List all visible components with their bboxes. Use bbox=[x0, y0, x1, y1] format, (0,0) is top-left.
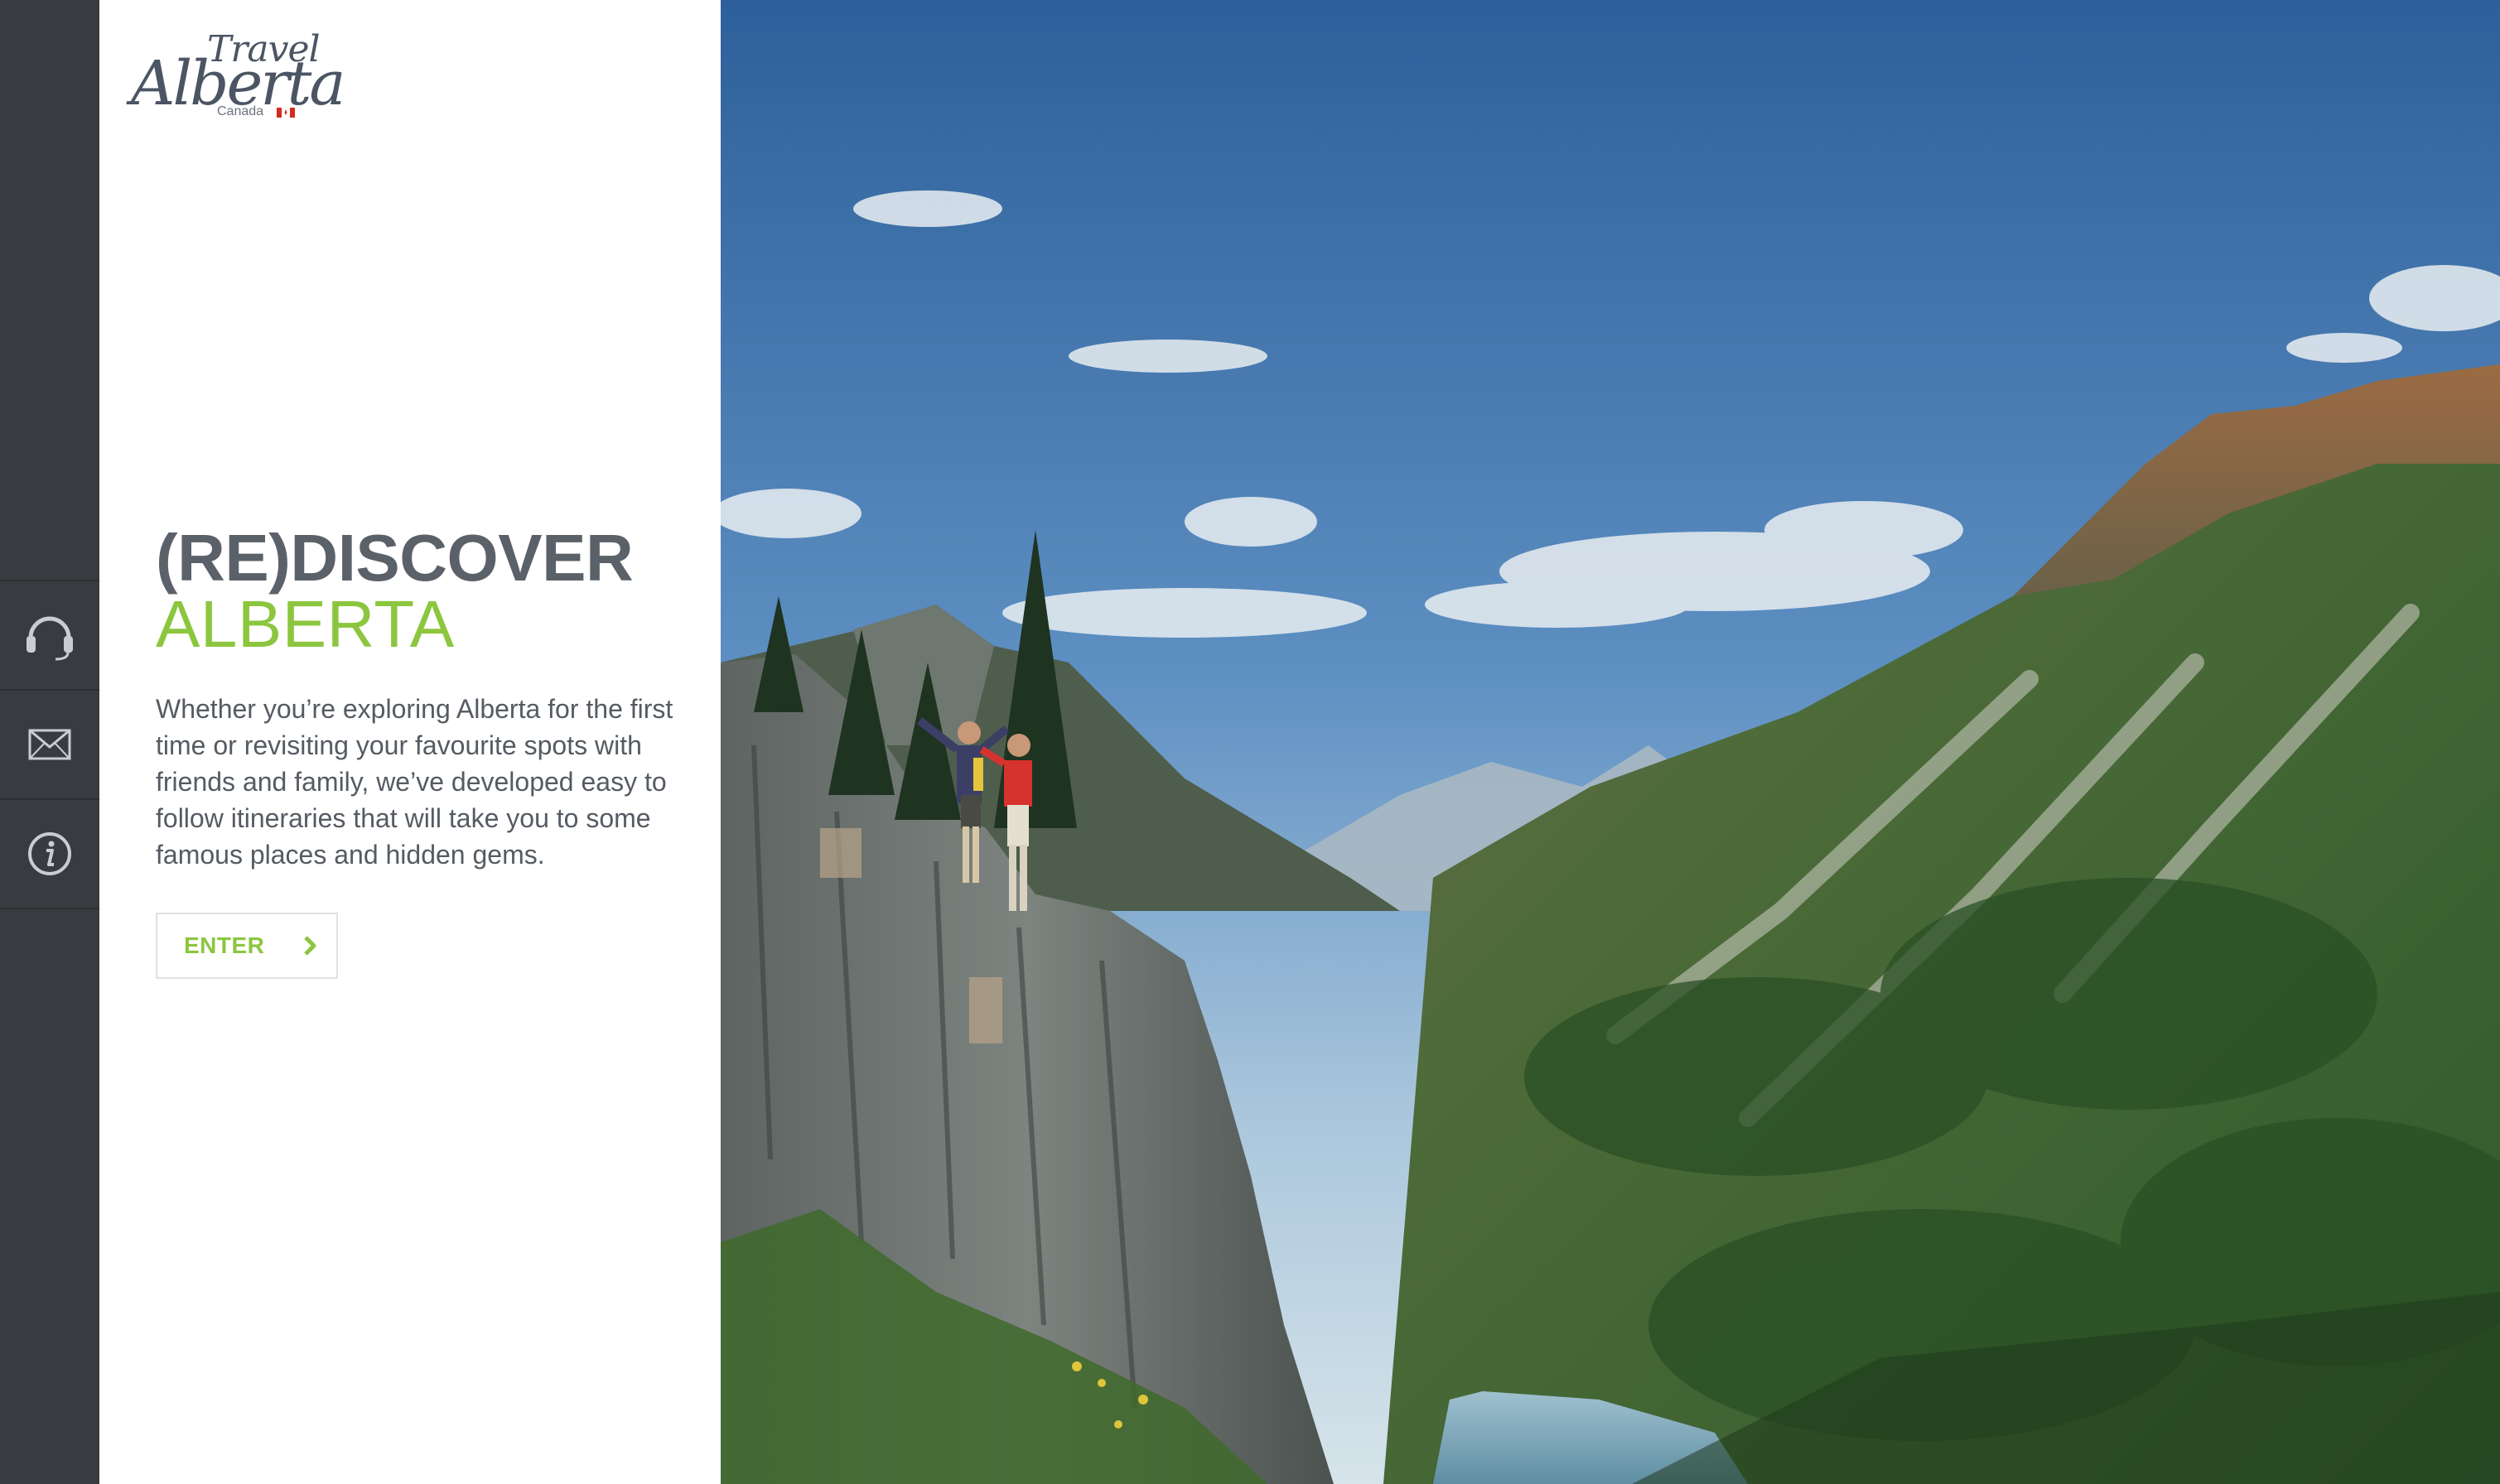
enter-button-label: ENTER bbox=[184, 932, 265, 958]
chevron-right-icon bbox=[304, 936, 316, 956]
rail-contact-button[interactable] bbox=[0, 689, 99, 798]
intro-paragraph: Whether you’re exploring Alberta for the… bbox=[156, 694, 673, 870]
rail-support-button[interactable] bbox=[0, 580, 99, 689]
intro-panel: Travel Alberta Canada (RE)DISCOVER ALBER… bbox=[99, 0, 721, 1484]
hero-photo bbox=[721, 0, 2500, 1484]
envelope-icon bbox=[28, 729, 71, 760]
logo-canada-text: Canada bbox=[217, 104, 264, 118]
rail-info-button[interactable] bbox=[0, 798, 99, 909]
travel-alberta-logo[interactable]: Travel Alberta Canada bbox=[131, 28, 346, 128]
headset-icon bbox=[27, 616, 73, 661]
enter-button[interactable]: ENTER bbox=[156, 913, 338, 979]
canada-flag-icon bbox=[277, 108, 295, 118]
info-icon bbox=[28, 832, 71, 875]
mountain-landscape-photo bbox=[721, 0, 2500, 1484]
side-rail bbox=[0, 0, 99, 1484]
headline-rediscover: (RE)DISCOVER bbox=[156, 521, 634, 595]
headline-alberta: ALBERTA bbox=[156, 587, 455, 661]
